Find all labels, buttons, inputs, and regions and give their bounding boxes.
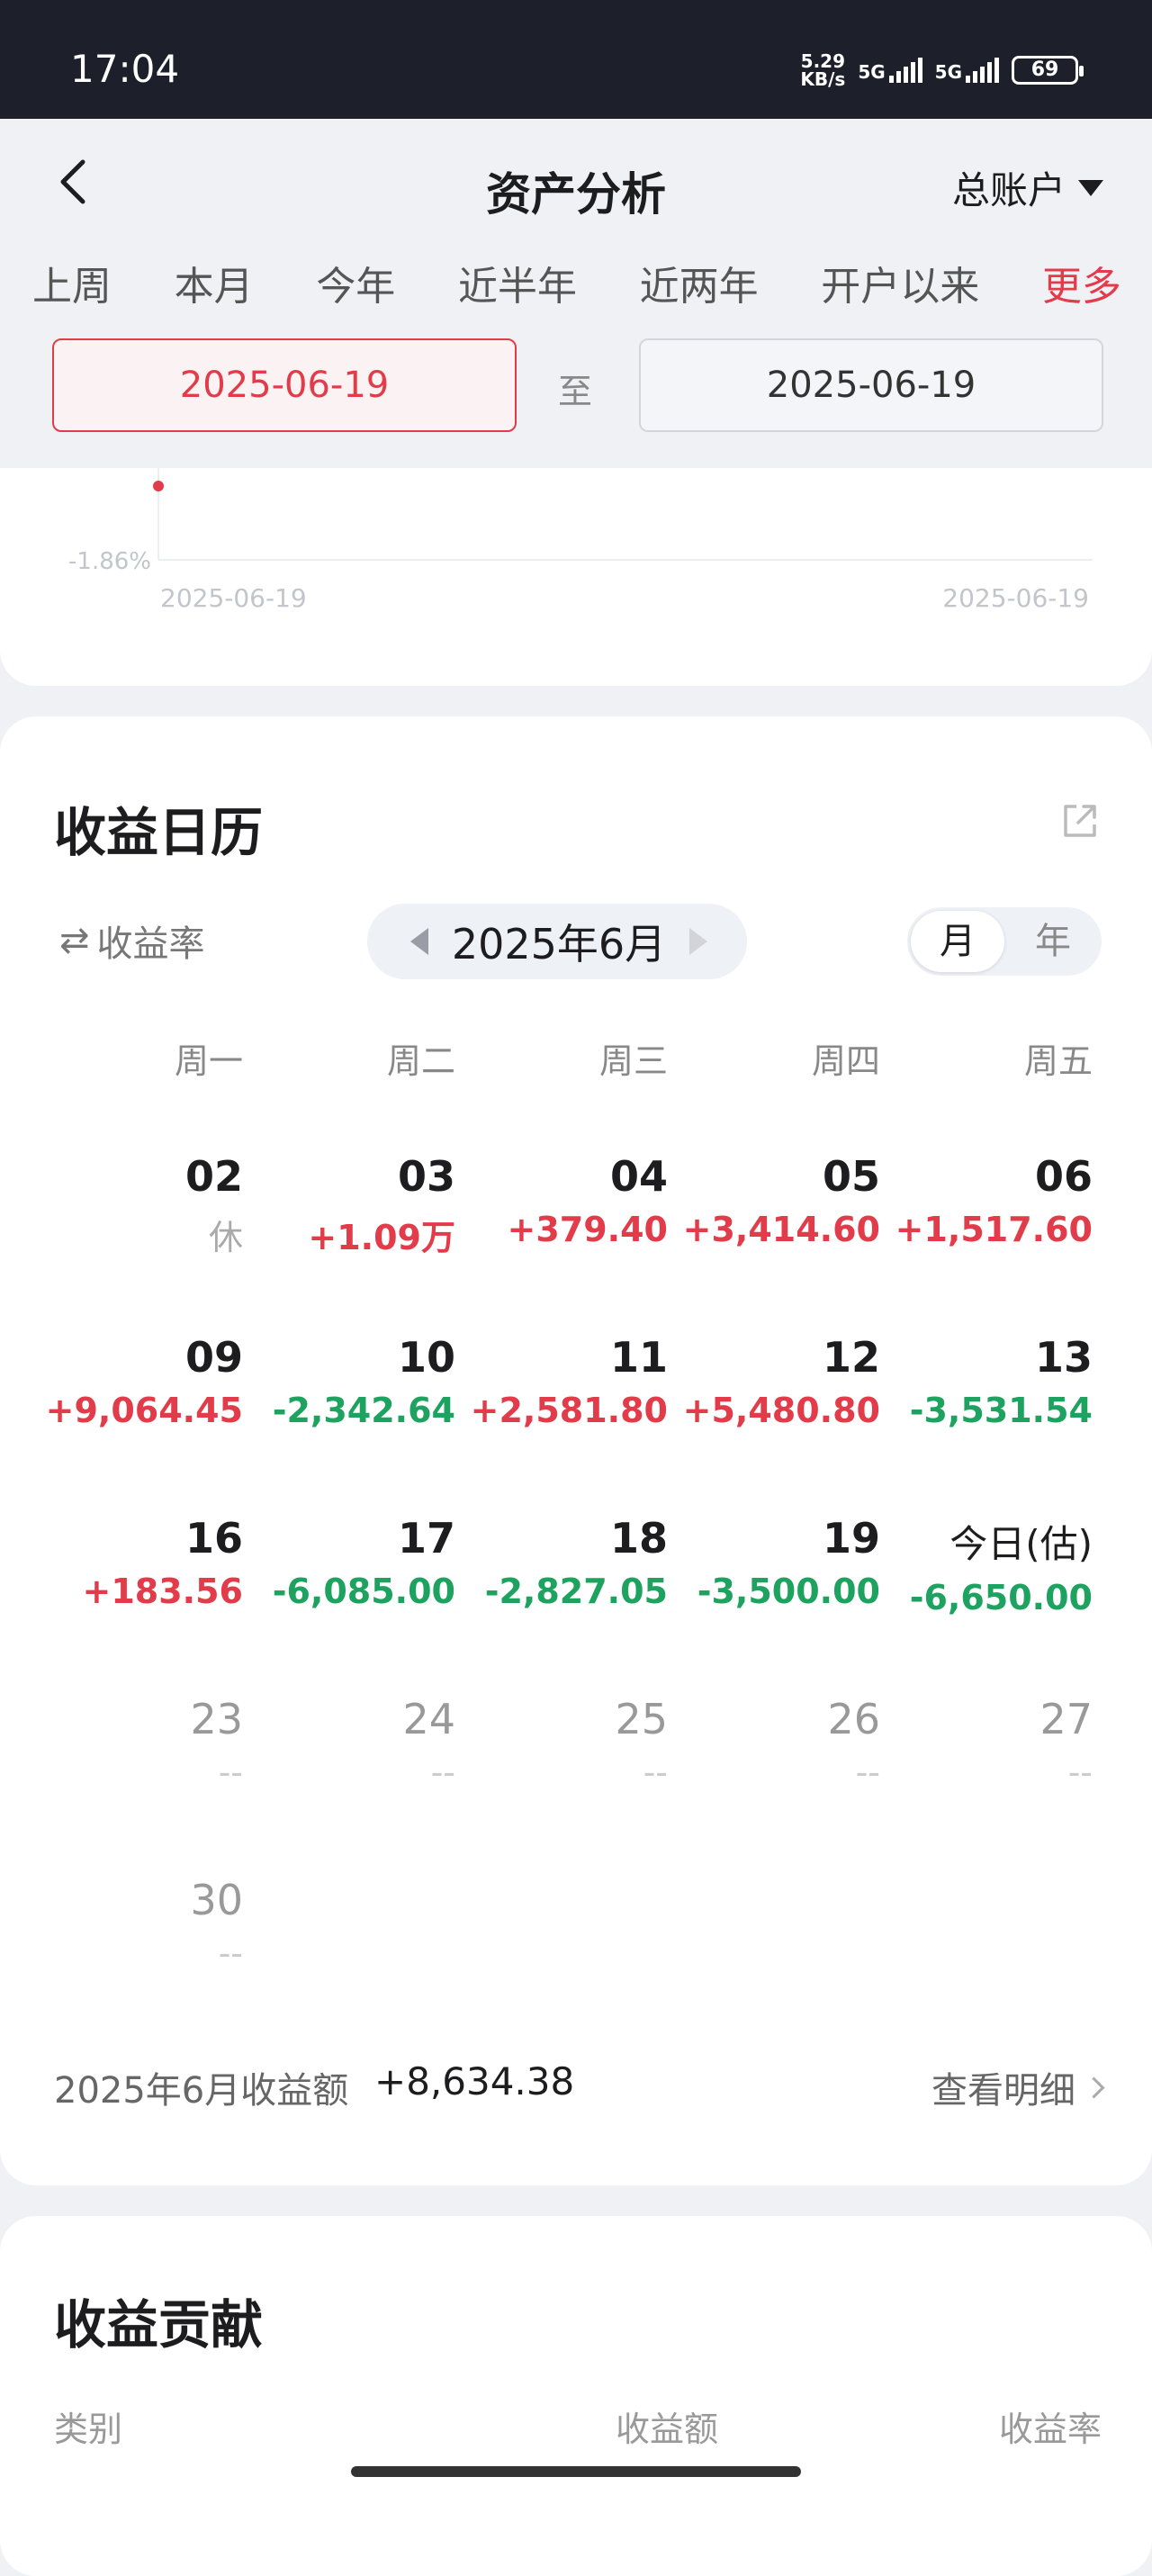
day-cell[interactable]: 27 -- [895,1695,1093,1792]
month-switcher: 2025年6月 [367,904,747,979]
day-cell[interactable]: 04 +379.40 [470,1152,668,1249]
status-bar: 17:04 5.29 KB/s 5G 5G 69 [0,0,1152,119]
weekday-tue: 周二 [386,1041,455,1081]
month-summary-label: 2025年6月收益额 [54,2070,349,2112]
header: 资产分析 总账户 上周 本月 今年 近半年 近两年 开户以来 更多 2025-0… [0,119,1152,468]
month-label: 2025年6月 [451,920,667,968]
account-selector[interactable]: 总账户 [952,160,1103,215]
return-chart: -1.86% 2025-06-19 2025-06-19 [68,468,1093,613]
range-tabs: 上周 本月 今年 近半年 近两年 开户以来 更多 [32,254,1121,311]
day-cell[interactable]: 06 +1,517.60 [895,1152,1093,1249]
tab-last-week[interactable]: 上周 [32,254,112,311]
network-speed: 5.29 KB/s [800,50,846,90]
tab-more[interactable]: 更多 [1042,254,1121,311]
weekday-fri: 周五 [1023,1041,1093,1081]
month-summary-value: +8,634.38 [374,2059,575,2103]
view-details-label: 查看明细 [932,2070,1076,2112]
signal-5g-icon: 5G [858,58,922,83]
swap-icon: ⇄ [59,920,90,961]
day-cell[interactable]: 02 休 [45,1152,243,1259]
col-rate: 收益率 [998,2409,1102,2449]
metric-toggle[interactable]: ⇄ 收益率 [59,914,205,967]
tab-two-years[interactable]: 近两年 [640,254,759,311]
status-time: 17:04 [70,47,180,91]
day-cell[interactable]: 24 -- [257,1695,455,1792]
day-cell[interactable]: 13 -3,531.54 [895,1333,1093,1430]
calendar-title: 收益日历 [54,802,264,863]
contribution-title: 收益贡献 [54,2294,264,2355]
tab-this-year[interactable]: 今年 [316,254,395,311]
day-cell[interactable]: 30 -- [45,1876,243,1973]
col-amount: 收益额 [616,2409,719,2449]
y-tick-label: -1.86% [68,548,151,575]
tab-half-year[interactable]: 近半年 [458,254,577,311]
day-cell[interactable]: 05 +3,414.60 [682,1152,880,1249]
next-month-icon[interactable] [689,928,707,955]
date-separator: 至 [558,372,593,411]
chevron-right-icon [1083,2076,1105,2099]
day-cell[interactable]: 23 -- [45,1695,243,1792]
weekday-thu: 周四 [811,1041,880,1081]
tab-since-opening[interactable]: 开户以来 [821,254,979,311]
day-cell[interactable]: 17 -6,085.00 [257,1514,455,1611]
data-point [153,481,164,491]
day-cell[interactable]: 18 -2,827.05 [470,1514,668,1611]
view-toggle: 月 年 [907,907,1102,976]
end-date-field[interactable]: 2025-06-19 [639,338,1103,432]
day-cell[interactable]: 19 -3,500.00 [682,1514,880,1611]
day-cell-today[interactable]: 今日(估) -6,650.00 [895,1514,1093,1617]
prev-month-icon[interactable] [410,928,428,955]
battery-icon: 69 [1012,56,1084,85]
start-date-field[interactable]: 2025-06-19 [52,338,517,432]
account-label: 总账户 [951,168,1066,212]
home-indicator[interactable] [351,2466,801,2477]
chart-card: -1.86% 2025-06-19 2025-06-19 [0,468,1152,686]
day-cell[interactable]: 12 +5,480.80 [682,1333,880,1430]
caret-down-icon [1078,179,1103,196]
metric-toggle-label: 收益率 [96,923,205,965]
profit-calendar-card: 收益日历 ⇄ 收益率 2025年6月 月 年 周一 周二 周三 周四 周五 02… [0,716,1152,2185]
signal-5g-icon-2: 5G [935,58,999,83]
status-icons: 5.29 KB/s 5G 5G 69 [800,50,1084,90]
view-details-link[interactable]: 查看明细 [932,2061,1105,2113]
tab-this-month[interactable]: 本月 [175,254,254,311]
view-year-button[interactable]: 年 [1006,911,1100,972]
day-cell[interactable]: 10 -2,342.64 [257,1333,455,1430]
view-month-button[interactable]: 月 [911,911,1004,972]
day-cell[interactable]: 25 -- [470,1695,668,1792]
profit-contribution-card: 收益贡献 类别 收益额 收益率 [0,2216,1152,2576]
weekday-mon: 周一 [174,1041,243,1081]
share-icon[interactable] [1058,799,1102,842]
day-cell[interactable]: 11 +2,581.80 [470,1333,668,1430]
weekday-wed: 周三 [598,1041,668,1081]
x-tick-label: 2025-06-19 [942,583,1089,613]
day-cell[interactable]: 09 +9,064.45 [45,1333,243,1430]
day-cell[interactable]: 16 +183.56 [45,1514,243,1611]
day-cell[interactable]: 03 +1.09万 [257,1152,455,1259]
col-category: 类别 [54,2409,123,2449]
day-cell[interactable]: 26 -- [682,1695,880,1792]
x-tick-label: 2025-06-19 [160,583,307,613]
